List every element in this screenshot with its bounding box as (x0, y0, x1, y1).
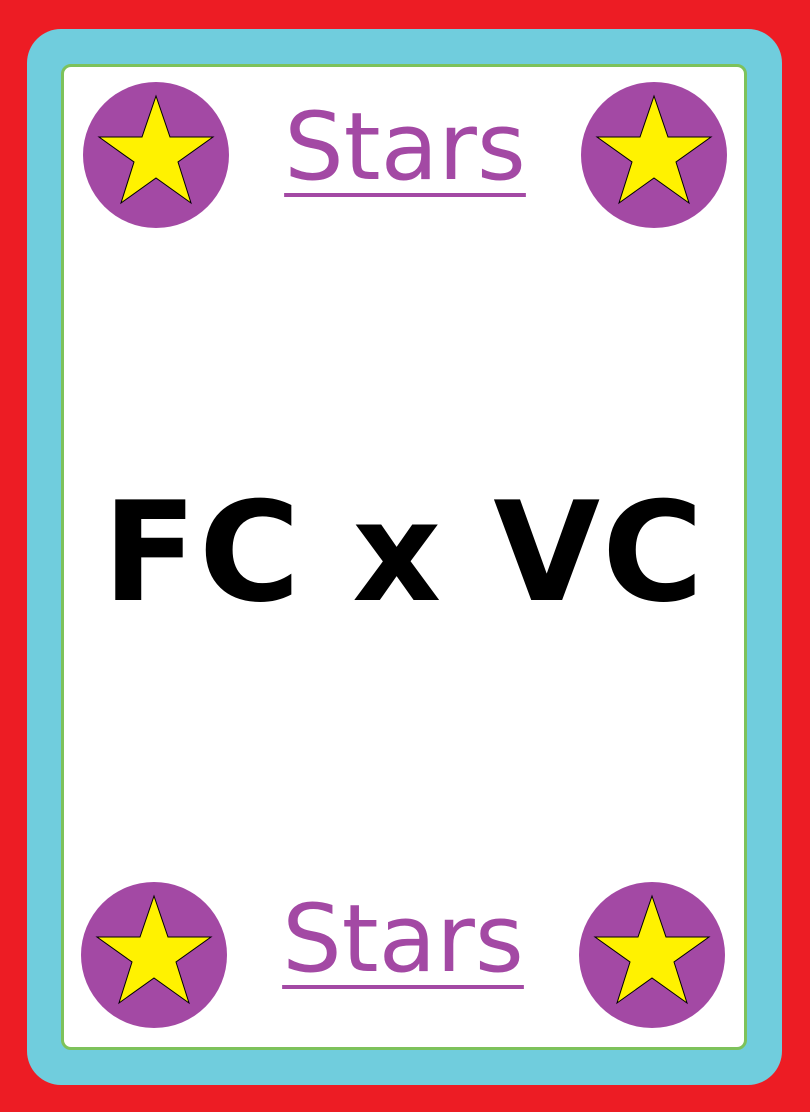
star-badge-bottom-right (579, 882, 725, 1028)
heading-bottom: Stars (282, 885, 524, 994)
star-icon (81, 882, 227, 1028)
star-badge-top-right (581, 82, 727, 228)
star-icon (579, 882, 725, 1028)
star-badge-top-left (83, 82, 229, 228)
star-icon (83, 82, 229, 228)
card-title: FC x VC (102, 472, 706, 633)
heading-top: Stars (284, 93, 526, 202)
star-icon (581, 82, 727, 228)
star-badge-bottom-left (81, 882, 227, 1028)
